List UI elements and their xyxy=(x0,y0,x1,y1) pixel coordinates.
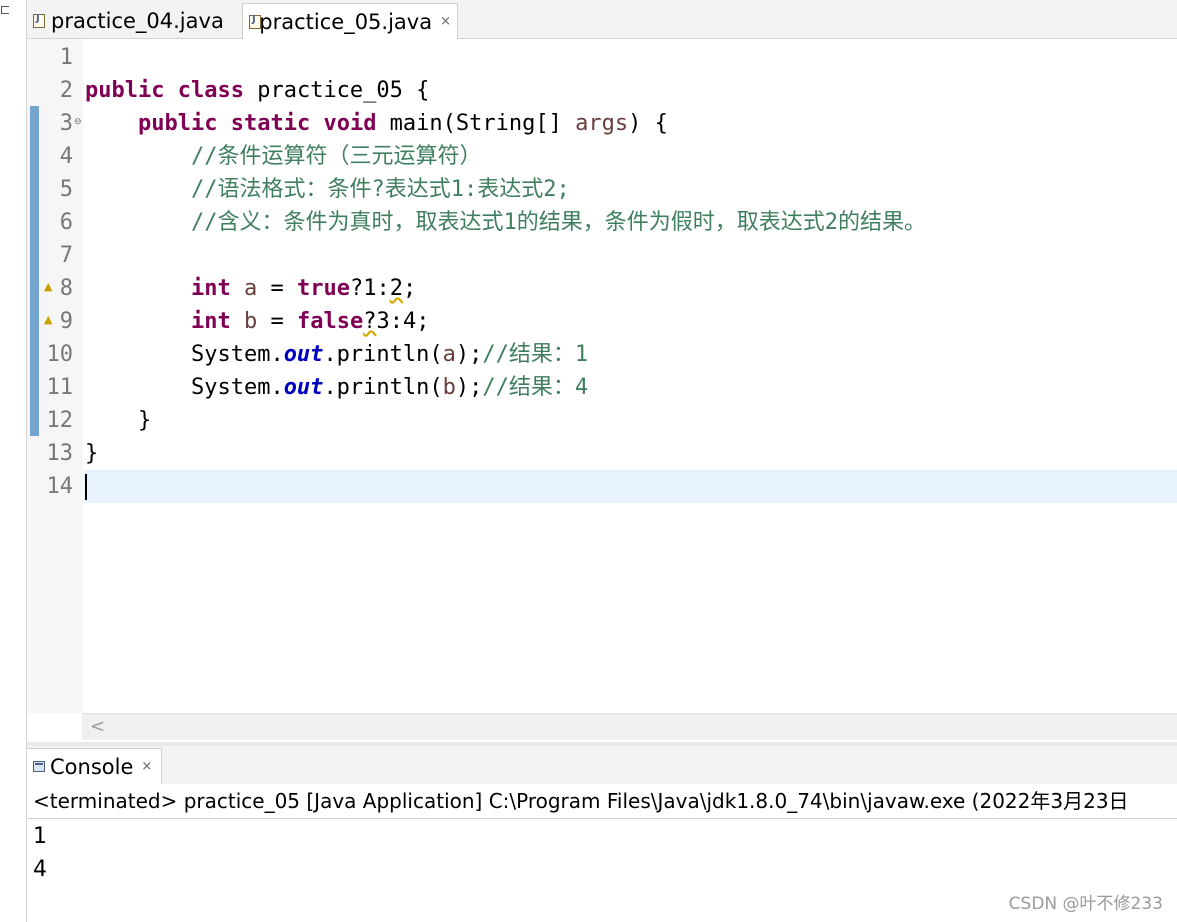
line-number: 10 xyxy=(46,342,74,367)
watermark: CSDN @叶不修233 xyxy=(1008,894,1163,914)
comment: //含义：条件为真时，取表达式1的结果，条件为假时，取表达式2的结果。 xyxy=(190,210,926,235)
editor-tab-bar: practice_04.java practice_05.java × xyxy=(27,0,1177,39)
code-text: ); xyxy=(455,342,483,367)
line-number: 11 xyxy=(46,375,74,400)
keyword: void xyxy=(323,111,377,136)
tab-practice-04[interactable]: practice_04.java xyxy=(27,3,241,38)
code-text: = xyxy=(257,276,297,301)
code-editor[interactable]: 1 2 3 ⊖ 4 5 6 7 ▲ 8 ▲ 9 10 11 12 13 14 p… xyxy=(27,39,1177,713)
comment: //语法格式：条件?表达式1:表达式2; xyxy=(190,177,570,202)
code-line-4: //条件运算符（三元运算符） xyxy=(84,140,1177,173)
text-caret xyxy=(85,474,87,500)
code-line-2: public class practice_05 { xyxy=(84,74,1177,107)
code-line-13: } xyxy=(84,437,1177,470)
scroll-left-icon[interactable]: < xyxy=(90,716,105,737)
local-variable: b xyxy=(442,375,456,400)
tab-label: Console xyxy=(50,754,134,779)
comment: //条件运算符（三元运算符） xyxy=(190,144,482,169)
code-line-10: System.out.println(a);//结果：1 xyxy=(84,338,1177,371)
keyword: public xyxy=(137,111,218,136)
code-text: practice_05 { xyxy=(243,78,430,103)
code-text: .println( xyxy=(323,342,443,367)
code-text: .println( xyxy=(323,375,443,400)
local-variable: a xyxy=(243,276,258,301)
line-number: 6 xyxy=(59,210,73,235)
warning-marker: 2 xyxy=(389,276,403,301)
code-text: ); xyxy=(455,375,483,400)
line-number: 13 xyxy=(46,441,74,466)
comment: //结果：4 xyxy=(482,375,589,400)
code-area[interactable]: public class practice_05 { public static… xyxy=(84,39,1177,713)
keyword: int xyxy=(190,276,231,301)
code-text: ; xyxy=(402,276,417,301)
line-number-gutter: 1 2 3 ⊖ 4 5 6 7 ▲ 8 ▲ 9 10 11 12 13 14 xyxy=(41,39,83,713)
overview-ruler xyxy=(27,39,41,713)
line-number: 3 xyxy=(59,111,73,136)
comment: //结果：1 xyxy=(482,342,589,367)
keyword: false xyxy=(296,309,364,334)
code-text: } xyxy=(85,441,99,466)
console-output[interactable]: 1 4 xyxy=(33,820,47,886)
keyword: public xyxy=(85,78,165,103)
code-line-9: int b = false?3:4; xyxy=(84,305,1177,338)
code-text: ) { xyxy=(628,111,668,136)
line-number: 14 xyxy=(46,474,74,499)
horizontal-scrollbar[interactable]: < xyxy=(82,713,1177,740)
fold-collapse-icon[interactable]: ⊖ xyxy=(74,117,82,127)
line-number: 5 xyxy=(59,177,73,202)
code-text: System. xyxy=(190,375,284,400)
line-number: 8 xyxy=(59,276,73,301)
keyword: int xyxy=(190,309,231,334)
close-icon[interactable]: × xyxy=(141,759,152,774)
static-field: out xyxy=(283,375,324,400)
console-output-line: 4 xyxy=(33,857,47,882)
code-text: ?1: xyxy=(349,276,390,301)
code-text: 3:4; xyxy=(376,309,430,334)
code-text: } xyxy=(137,408,152,433)
warning-marker: ? xyxy=(363,309,377,334)
quick-diff-change-bar xyxy=(30,106,39,436)
code-line-5: //语法格式：条件?表达式1:表达式2; xyxy=(84,173,1177,206)
code-line-12: } xyxy=(84,404,1177,437)
console-output-line: 1 xyxy=(33,824,47,849)
code-text: System. xyxy=(190,342,284,367)
code-line-11: System.out.println(b);//结果：4 xyxy=(84,371,1177,404)
keyword: class xyxy=(177,78,244,103)
static-field: out xyxy=(283,342,324,367)
left-side-panel xyxy=(0,0,27,922)
console-icon xyxy=(33,761,45,772)
line-number: 9 xyxy=(59,309,73,334)
restore-icon[interactable] xyxy=(1,6,9,14)
tab-practice-05[interactable]: practice_05.java × xyxy=(242,3,458,39)
current-line-highlight[interactable] xyxy=(84,470,1177,503)
line-number: 4 xyxy=(59,144,73,169)
parameter: args xyxy=(575,111,629,136)
close-icon[interactable]: × xyxy=(440,14,451,29)
java-file-icon xyxy=(249,14,262,29)
code-line-8: int a = true?1:2; xyxy=(84,272,1177,305)
java-file-icon xyxy=(33,13,45,28)
console-tab-bar: Console × xyxy=(27,746,1177,784)
local-variable: a xyxy=(442,342,456,367)
keyword: static xyxy=(230,111,311,136)
keyword: true xyxy=(296,276,350,301)
local-variable: b xyxy=(243,309,258,334)
tab-label: practice_05.java xyxy=(259,9,433,34)
tab-label: practice_04.java xyxy=(51,8,224,33)
line-number: 2 xyxy=(59,78,73,103)
code-text: main(String[] xyxy=(376,111,576,136)
code-text: = xyxy=(257,309,297,334)
line-number: 12 xyxy=(46,408,74,433)
line-number: 1 xyxy=(59,45,73,70)
tab-console[interactable]: Console × xyxy=(27,748,162,784)
code-line-3: public static void main(String[] args) { xyxy=(84,107,1177,140)
code-line-6: //含义：条件为真时，取表达式1的结果，条件为假时，取表达式2的结果。 xyxy=(84,206,1177,239)
line-number: 7 xyxy=(59,243,73,268)
console-status-line: <terminated> practice_05 [Java Applicati… xyxy=(27,785,1177,819)
